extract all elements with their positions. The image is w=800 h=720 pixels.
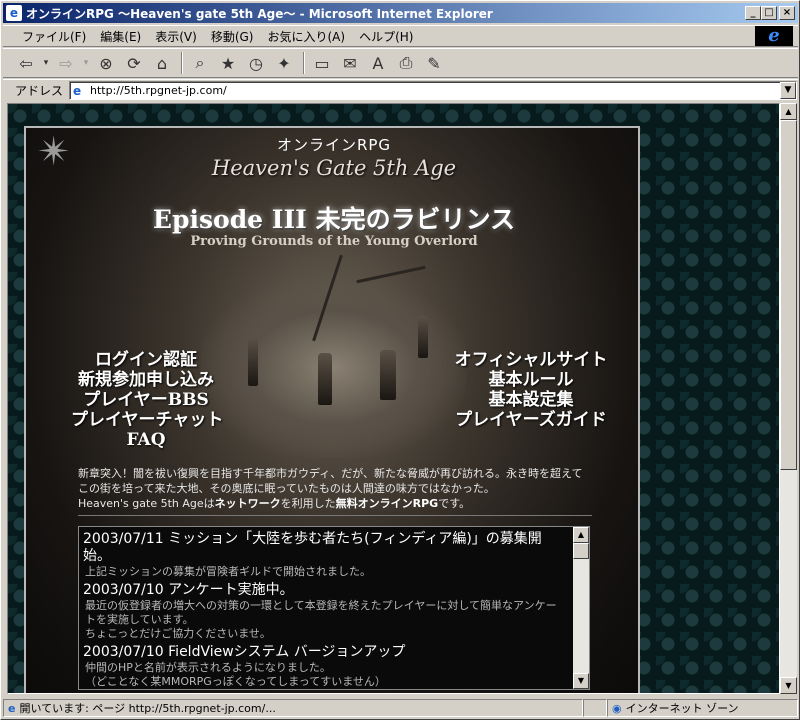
episode-subtitle: Proving Grounds of the Young Overlord <box>190 234 478 249</box>
menu-view[interactable]: 表示(V) <box>148 28 204 45</box>
players-guide-link[interactable]: プレイヤーズガイド <box>446 410 616 430</box>
news-headline: 2003/07/10 アンケート実施中。 <box>83 582 294 598</box>
page-viewport: ✴ オンラインRPG Heaven's Gate 5th Age Episode… <box>7 103 780 694</box>
title-bar[interactable]: e オンラインRPG ～Heaven's gate 5th Age～ - Mic… <box>3 3 798 23</box>
toolbar-separator <box>303 52 305 74</box>
intro-paragraph: 新章突入！闇を祓い復興を目指す千年都市ガウディ、だが、新たな脅威が再び訪れる。永… <box>78 467 583 495</box>
intro-prefix: Heaven's gate 5th Ageは <box>78 497 215 510</box>
address-url: http://5th.rpgnet-jp.com/ <box>90 84 227 97</box>
basic-rules-link[interactable]: 基本ルール <box>446 370 616 390</box>
forward-dropdown-icon[interactable]: ▾ <box>81 51 91 75</box>
menu-bar: ファイル(F) 編集(E) 表示(V) 移動(G) お気に入り(A) ヘルプ(H… <box>3 25 798 47</box>
episode-title: Episode III 未完のラビリンス <box>152 205 516 234</box>
official-site-link[interactable]: オフィシャルサイト <box>446 350 616 370</box>
intro-network: ネットワーク <box>214 497 281 510</box>
news-body: 最近の仮登録者の増大への対策の一環として本登録を終えたプレイヤーに対して簡単なア… <box>85 599 557 640</box>
menu-file[interactable]: ファイル(F) <box>15 28 93 45</box>
print-icon[interactable]: ⎙ <box>393 51 419 75</box>
favorites-icon[interactable]: ★ <box>215 51 241 75</box>
history-icon[interactable]: ◷ <box>243 51 269 75</box>
address-bar: アドレス e http://5th.rpgnet-jp.com/ ▼ <box>3 79 798 101</box>
back-dropdown-icon[interactable]: ▾ <box>41 51 51 75</box>
zone-text: インターネット ゾーン <box>625 702 739 715</box>
scroll-thumb[interactable] <box>780 120 797 470</box>
game-banner-panel: ✴ オンラインRPG Heaven's Gate 5th Age Episode… <box>24 126 640 693</box>
menu-help[interactable]: ヘルプ(H) <box>352 28 420 45</box>
right-navigation: オフィシャルサイト 基本ルール 基本設定集 プレイヤーズガイド <box>446 350 616 430</box>
site-subtitle: オンラインRPG <box>276 136 392 154</box>
register-link[interactable]: 新規参加申し込み <box>71 370 221 390</box>
mail-icon[interactable]: ✉ <box>337 51 363 75</box>
character-figure <box>418 316 428 358</box>
maximize-button[interactable]: □ <box>761 6 777 20</box>
home-icon[interactable]: ⌂ <box>149 51 175 75</box>
game-logo: Heaven's Gate 5th Age <box>211 156 457 180</box>
stone-wall-artwork <box>201 278 466 458</box>
status-bar: e 開いています: ページ http://5th.rpgnet-jp.com/.… <box>3 698 798 718</box>
fullscreen-icon[interactable]: ▭ <box>309 51 335 75</box>
left-navigation: ログイン認証 新規参加申し込み プレイヤーBBS プレイヤーチャット FAQ <box>71 350 223 450</box>
window-title: オンラインRPG ～Heaven's gate 5th Age～ - Micro… <box>26 6 493 21</box>
login-link[interactable]: ログイン認証 <box>71 350 221 370</box>
minimize-button[interactable]: _ <box>745 6 761 20</box>
address-label: アドレス <box>15 84 64 98</box>
scroll-down-icon[interactable]: ▼ <box>780 677 797 694</box>
player-bbs-link[interactable]: プレイヤーBBS <box>71 390 221 410</box>
scroll-up-icon[interactable]: ▲ <box>573 527 589 543</box>
scroll-up-icon[interactable]: ▲ <box>780 103 797 120</box>
news-body: 仲間のHPと名前が表示されるようになりました。 （どことなく某MMORPGっぽく… <box>85 661 386 688</box>
news-list: 2003/07/11 ミッション「大陸を歩む者たち(フィンディア編)」の募集開始… <box>79 527 571 689</box>
ie-page-icon: e <box>6 5 22 21</box>
intro-text: 新章突入！闇を祓い復興を目指す千年都市ガウディ、だが、新たな脅威が再び訪れる。永… <box>78 466 592 516</box>
stop-icon[interactable]: ⊗ <box>93 51 119 75</box>
status-loading: e 開いています: ページ http://5th.rpgnet-jp.com/.… <box>3 699 583 717</box>
menu-go[interactable]: 移動(G) <box>204 28 261 45</box>
news-body: 上記ミッションの募集が冒険者ギルドで開始されました。 <box>85 565 371 578</box>
search-icon[interactable]: ⌕ <box>187 51 213 75</box>
status-zone: ◉ インターネット ゾーン <box>607 699 798 717</box>
close-button[interactable]: × <box>779 6 795 20</box>
page-scrollbar[interactable]: ▲ ▼ <box>780 103 797 694</box>
page-loading-icon: e <box>8 701 16 715</box>
browser-window: e オンラインRPG ～Heaven's gate 5th Age～ - Mic… <box>0 0 800 720</box>
character-figure <box>380 350 396 400</box>
address-dropdown-icon[interactable]: ▼ <box>780 82 797 99</box>
scroll-down-icon[interactable]: ▼ <box>573 673 589 689</box>
player-chat-link[interactable]: プレイヤーチャット <box>71 410 223 430</box>
character-figure <box>318 353 332 405</box>
status-cell <box>583 699 607 717</box>
basic-settings-link[interactable]: 基本設定集 <box>446 390 616 410</box>
intro-suffix: です。 <box>438 497 471 510</box>
character-figure <box>248 338 258 386</box>
intro-free-rpg: 無料オンラインRPG <box>335 497 439 510</box>
address-input[interactable]: e http://5th.rpgnet-jp.com/ ▼ <box>69 81 798 100</box>
page-icon: e <box>73 84 82 98</box>
scroll-thumb[interactable] <box>573 543 589 559</box>
edit-icon[interactable]: ✎ <box>421 51 447 75</box>
font-icon[interactable]: A <box>365 51 391 75</box>
menu-favorites[interactable]: お気に入り(A) <box>260 28 352 45</box>
news-scrollbar[interactable]: ▲ ▼ <box>573 527 589 689</box>
refresh-icon[interactable]: ⟳ <box>121 51 147 75</box>
back-icon[interactable]: ⇦ <box>13 51 39 75</box>
news-headline: 2003/07/11 ミッション「大陸を歩む者たち(フィンディア編)」の募集開始… <box>83 531 542 564</box>
ie-logo-icon: e <box>755 26 793 46</box>
news-headline: 2003/07/10 FieldViewシステム バージョンアップ <box>83 644 406 660</box>
toolbar: ⇦ ▾ ⇨ ▾ ⊗ ⟳ ⌂ ⌕ ★ ◷ ✦ ▭ ✉ A ⎙ ✎ <box>3 48 798 78</box>
forward-icon[interactable]: ⇨ <box>53 51 79 75</box>
toolbar-separator <box>181 52 183 74</box>
internet-zone-icon: ◉ <box>612 701 622 715</box>
status-text: 開いています: ページ http://5th.rpgnet-jp.com/... <box>19 702 276 715</box>
intro-mid: を利用した <box>280 497 336 510</box>
channels-icon[interactable]: ✦ <box>271 51 297 75</box>
news-box[interactable]: 2003/07/11 ミッション「大陸を歩む者たち(フィンディア編)」の募集開始… <box>78 526 590 690</box>
menu-edit[interactable]: 編集(E) <box>93 28 148 45</box>
faq-link[interactable]: FAQ <box>71 430 221 450</box>
